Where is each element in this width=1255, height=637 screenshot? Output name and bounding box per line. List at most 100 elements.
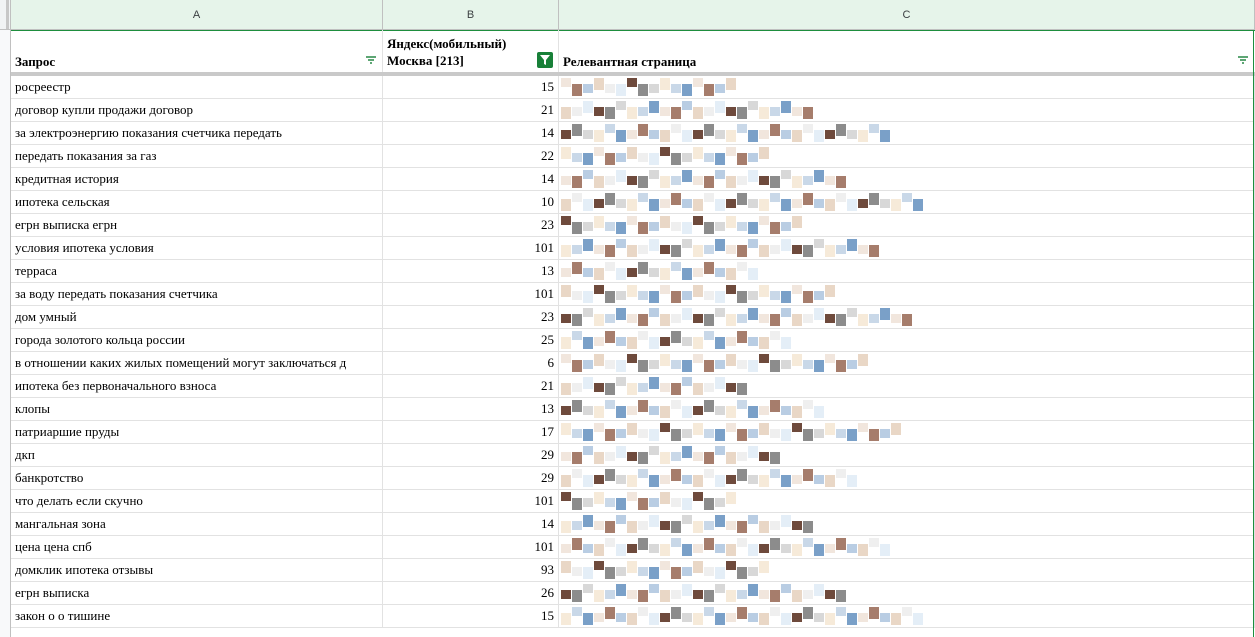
query-cell[interactable]: закон о о тишине <box>11 605 383 628</box>
position-cell[interactable]: 93 <box>383 559 559 582</box>
page-cell-redacted[interactable] <box>559 375 1255 398</box>
query-cell[interactable]: патриаршие пруды <box>11 421 383 444</box>
position-cell[interactable]: 26 <box>383 582 559 605</box>
position-cell[interactable]: 101 <box>383 536 559 559</box>
table-row: города золотого кольца россии 25 <box>11 329 1255 352</box>
column-header-b[interactable]: B <box>383 0 559 30</box>
select-all-corner[interactable] <box>0 0 11 30</box>
column-header-a[interactable]: A <box>11 0 383 30</box>
query-cell[interactable]: мангальная зона <box>11 513 383 536</box>
position-cell[interactable]: 21 <box>383 375 559 398</box>
page-cell-redacted[interactable] <box>559 191 1255 214</box>
page-cell-redacted[interactable] <box>559 352 1255 375</box>
header-cell-query[interactable]: Запрос <box>11 30 383 72</box>
position-cell[interactable]: 29 <box>383 444 559 467</box>
position-cell[interactable]: 10 <box>383 191 559 214</box>
query-cell[interactable]: в отношении каких жилых помещений могут … <box>11 352 383 375</box>
position-cell[interactable]: 22 <box>383 145 559 168</box>
table-row: мангальная зона 14 <box>11 513 1255 536</box>
table-row: условия ипотека условия 101 <box>11 237 1255 260</box>
table-row: закон о о тишине 15 <box>11 605 1255 628</box>
row-number-gutter[interactable] <box>0 30 11 637</box>
position-label-line2: Москва [213] <box>387 53 464 68</box>
query-cell[interactable]: что делать если скучно <box>11 490 383 513</box>
page-cell-redacted[interactable] <box>559 76 1255 99</box>
query-cell[interactable]: терраса <box>11 260 383 283</box>
position-cell[interactable]: 29 <box>383 467 559 490</box>
position-cell[interactable]: 17 <box>383 421 559 444</box>
page-cell-redacted[interactable] <box>559 237 1255 260</box>
table-row: за воду передать показания счетчика 101 <box>11 283 1255 306</box>
table-row: договор купли продажи договор 21 <box>11 99 1255 122</box>
query-cell[interactable]: ипотека без первоначального взноса <box>11 375 383 398</box>
position-cell[interactable]: 23 <box>383 306 559 329</box>
table-row: патриаршие пруды 17 <box>11 421 1255 444</box>
position-cell[interactable]: 101 <box>383 283 559 306</box>
query-cell[interactable]: росреестр <box>11 76 383 99</box>
page-cell-redacted[interactable] <box>559 421 1255 444</box>
position-cell[interactable]: 14 <box>383 122 559 145</box>
header-cell-page[interactable]: Релевантная страница <box>559 30 1255 72</box>
table-row: цена цена спб 101 <box>11 536 1255 559</box>
position-cell[interactable]: 14 <box>383 513 559 536</box>
table-row: банкротство 29 <box>11 467 1255 490</box>
table-row: клопы 13 <box>11 398 1255 421</box>
position-cell[interactable]: 6 <box>383 352 559 375</box>
filter-icon[interactable] <box>363 52 379 68</box>
query-cell[interactable]: условия ипотека условия <box>11 237 383 260</box>
page-cell-redacted[interactable] <box>559 168 1255 191</box>
page-cell-redacted[interactable] <box>559 306 1255 329</box>
page-cell-redacted[interactable] <box>559 214 1255 237</box>
table-row: дом умный 23 <box>11 306 1255 329</box>
page-cell-redacted[interactable] <box>559 329 1255 352</box>
query-cell[interactable]: кредитная история <box>11 168 383 191</box>
table-row: за электроэнергию показания счетчика пер… <box>11 122 1255 145</box>
position-cell[interactable]: 15 <box>383 76 559 99</box>
filter-icon[interactable] <box>1235 52 1251 68</box>
table-row: дкп 29 <box>11 444 1255 467</box>
page-cell-redacted[interactable] <box>559 467 1255 490</box>
position-cell[interactable]: 15 <box>383 605 559 628</box>
page-cell-redacted[interactable] <box>559 605 1255 628</box>
page-cell-redacted[interactable] <box>559 513 1255 536</box>
page-cell-redacted[interactable] <box>559 444 1255 467</box>
page-cell-redacted[interactable] <box>559 582 1255 605</box>
page-cell-redacted[interactable] <box>559 145 1255 168</box>
position-cell[interactable]: 101 <box>383 490 559 513</box>
position-cell[interactable]: 23 <box>383 214 559 237</box>
query-cell[interactable]: дкп <box>11 444 383 467</box>
position-cell[interactable]: 21 <box>383 99 559 122</box>
query-cell[interactable]: егрн выписка <box>11 582 383 605</box>
position-cell[interactable]: 14 <box>383 168 559 191</box>
query-cell[interactable]: ипотека сельская <box>11 191 383 214</box>
query-cell[interactable]: за электроэнергию показания счетчика пер… <box>11 122 383 145</box>
query-cell[interactable]: передать показания за газ <box>11 145 383 168</box>
page-cell-redacted[interactable] <box>559 122 1255 145</box>
query-cell[interactable]: дом умный <box>11 306 383 329</box>
page-cell-redacted[interactable] <box>559 99 1255 122</box>
page-cell-redacted[interactable] <box>559 260 1255 283</box>
column-header-c[interactable]: C <box>559 0 1255 30</box>
page-cell-redacted[interactable] <box>559 283 1255 306</box>
page-cell-redacted[interactable] <box>559 490 1255 513</box>
query-cell[interactable]: клопы <box>11 398 383 421</box>
position-cell[interactable]: 13 <box>383 398 559 421</box>
position-cell[interactable]: 13 <box>383 260 559 283</box>
page-cell-redacted[interactable] <box>559 536 1255 559</box>
table-row: терраса 13 <box>11 260 1255 283</box>
page-cell-redacted[interactable] <box>559 559 1255 582</box>
query-cell[interactable]: егрн выписка егрн <box>11 214 383 237</box>
position-cell[interactable]: 25 <box>383 329 559 352</box>
header-cell-position[interactable]: Яндекс(мобильный) Москва [213] <box>383 30 559 72</box>
query-cell[interactable]: договор купли продажи договор <box>11 99 383 122</box>
filter-active-icon[interactable] <box>537 52 553 68</box>
query-cell[interactable]: цена цена спб <box>11 536 383 559</box>
position-cell[interactable]: 101 <box>383 237 559 260</box>
query-cell[interactable]: домклик ипотека отзывы <box>11 559 383 582</box>
query-cell[interactable]: города золотого кольца россии <box>11 329 383 352</box>
table-row: что делать если скучно 101 <box>11 490 1255 513</box>
query-cell[interactable]: за воду передать показания счетчика <box>11 283 383 306</box>
query-cell[interactable]: банкротство <box>11 467 383 490</box>
table-row: егрн выписка 26 <box>11 582 1255 605</box>
page-cell-redacted[interactable] <box>559 398 1255 421</box>
